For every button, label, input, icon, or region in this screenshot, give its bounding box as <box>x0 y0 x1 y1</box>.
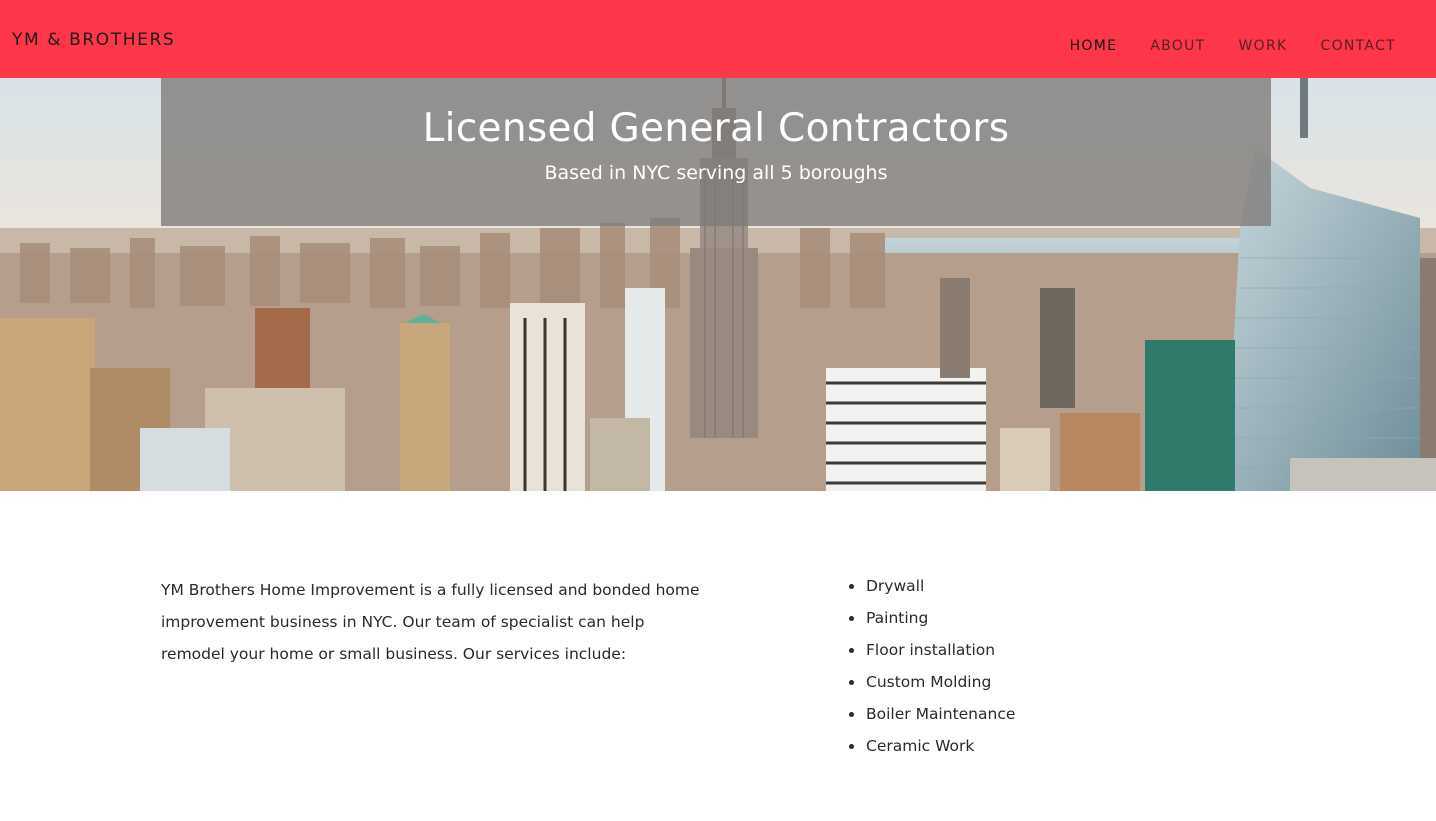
brand-logo[interactable]: YM & BROTHERS <box>12 30 175 50</box>
service-item: Painting <box>848 602 1015 634</box>
nav-home-link[interactable]: HOME <box>1070 38 1118 54</box>
hero-caption-panel: Licensed General Contractors Based in NY… <box>161 78 1271 226</box>
hero-title: Licensed General Contractors <box>422 106 1010 151</box>
top-navbar: YM & BROTHERS HOME ABOUT WORK CONTACT <box>0 0 1436 78</box>
main-nav: HOME ABOUT WORK CONTACT <box>1070 35 1396 54</box>
service-item: Boiler Maintenance <box>848 698 1015 730</box>
service-item: Custom Molding <box>848 666 1015 698</box>
services-list: Drywall Painting Floor installation Cust… <box>848 570 1015 762</box>
intro-paragraph: YM Brothers Home Improvement is a fully … <box>161 581 700 663</box>
nav-contact-link[interactable]: CONTACT <box>1321 38 1397 54</box>
service-item: Ceramic Work <box>848 730 1015 762</box>
hero-section: Licensed General Contractors Based in NY… <box>0 78 1436 491</box>
nav-about-link[interactable]: ABOUT <box>1150 38 1205 54</box>
service-item: Floor installation <box>848 634 1015 666</box>
nav-work-link[interactable]: WORK <box>1239 38 1288 54</box>
service-item: Drywall <box>848 570 1015 602</box>
hero-subtitle: Based in NYC serving all 5 boroughs <box>544 162 888 184</box>
